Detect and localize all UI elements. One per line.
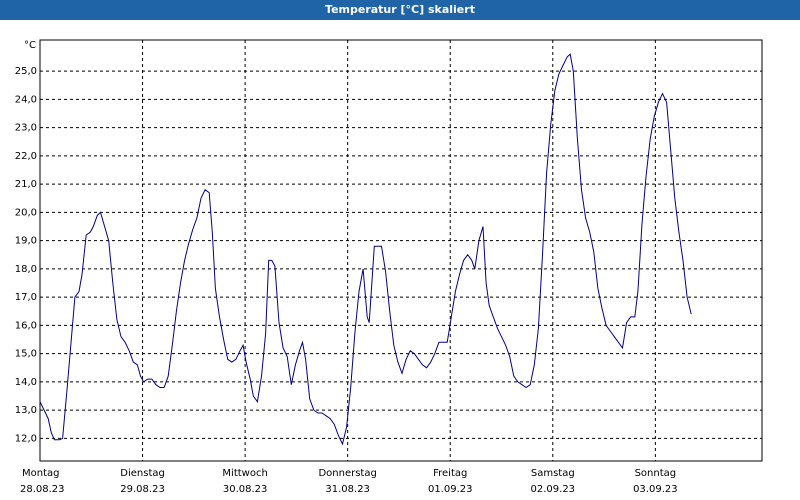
chart-title: Temperatur [°C] skaliert: [325, 3, 475, 16]
x-tick-date-label: 02.09.23: [531, 484, 576, 495]
x-tick-date-label: 28.08.23: [20, 484, 65, 495]
plot-area-border: [39, 39, 763, 462]
y-tick-label: 19,0: [15, 236, 37, 247]
x-axis-tick-labels: Montag 28.08.23 Dienstag 29.08.23 Mittwoch 30…: [20, 468, 678, 495]
y-tick-label: 24,0: [15, 94, 37, 105]
x-tick-date-label: 30.08.23: [223, 484, 268, 495]
y-tick-label: 25,0: [15, 66, 37, 77]
x-tick-day-label: Dienstag: [120, 468, 165, 479]
temperature-line-chart: 12,0 13,0 14,0 15,0 16,0 17,0 18,0 19,0 20,0 21,0…: [15, 39, 763, 495]
y-tick-label: 13,0: [15, 405, 37, 416]
x-tick-date-label: 31.08.23: [325, 484, 370, 495]
y-tick-label: 18,0: [15, 264, 37, 275]
chart-title-bar: Temperatur [°C] skaliert: [0, 0, 800, 20]
temperature-series-line: [39, 53, 692, 446]
x-tick-date-label: 03.09.23: [633, 484, 678, 495]
gridlines: [40, 40, 762, 461]
x-tick-day-label: Donnerstag: [318, 468, 376, 479]
x-tick-day-label: Montag: [22, 468, 59, 479]
y-tick-label: 14,0: [15, 377, 37, 388]
x-tick-day-label: Samstag: [531, 468, 575, 479]
y-tick-label: 21,0: [15, 179, 37, 190]
y-tick-label: 12,0: [15, 433, 37, 444]
y-tick-label: 15,0: [15, 349, 37, 360]
x-tick-date-label: 01.09.23: [428, 484, 473, 495]
y-axis-unit-label: °C: [24, 40, 36, 51]
x-tick-day-label: Freitag: [433, 468, 467, 479]
y-axis-tick-labels: 12,0 13,0 14,0 15,0 16,0 17,0 18,0 19,0 20,0 21,0…: [15, 66, 37, 444]
y-tick-label: 20,0: [15, 207, 37, 218]
y-tick-label: 16,0: [15, 320, 37, 331]
x-tick-date-label: 29.08.23: [120, 484, 165, 495]
y-tick-label: 23,0: [15, 123, 37, 134]
x-tick-day-label: Sonntag: [635, 468, 677, 479]
y-tick-label: 22,0: [15, 151, 37, 162]
x-tick-day-label: Mittwoch: [222, 468, 267, 479]
y-tick-label: 17,0: [15, 292, 37, 303]
